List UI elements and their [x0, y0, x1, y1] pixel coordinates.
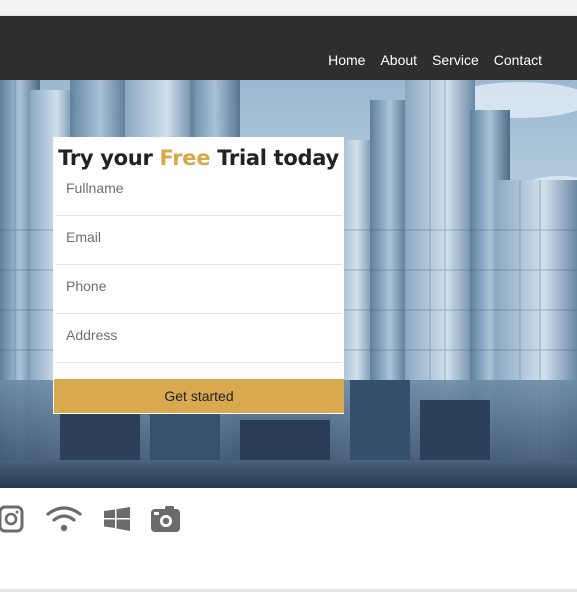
- email-field-wrapper: [56, 215, 342, 265]
- nav-link-contact[interactable]: Contact: [494, 52, 542, 68]
- instagram-icon[interactable]: [0, 505, 24, 533]
- address-input[interactable]: [64, 319, 338, 351]
- trial-signup-form: Try your Free Trial today Get started: [53, 137, 344, 414]
- browser-top-strip: [0, 0, 577, 16]
- nav-menu: Home About Service Contact: [328, 52, 542, 68]
- phone-input[interactable]: [64, 270, 338, 302]
- navbar: Home About Service Contact: [0, 16, 577, 80]
- nav-link-service[interactable]: Service: [432, 52, 479, 68]
- camera-icon[interactable]: [151, 505, 181, 533]
- fullname-input[interactable]: [64, 172, 338, 204]
- windows-icon[interactable]: [104, 505, 130, 533]
- fullname-field-wrapper: [56, 166, 342, 216]
- nav-link-about[interactable]: About: [380, 52, 417, 68]
- nav-link-home[interactable]: Home: [328, 52, 365, 68]
- wifi-icon[interactable]: [46, 505, 82, 533]
- get-started-button[interactable]: Get started: [54, 379, 344, 413]
- address-field-wrapper: [56, 313, 342, 363]
- phone-field-wrapper: [56, 264, 342, 314]
- email-input[interactable]: [64, 221, 338, 253]
- footer-divider: [0, 589, 577, 592]
